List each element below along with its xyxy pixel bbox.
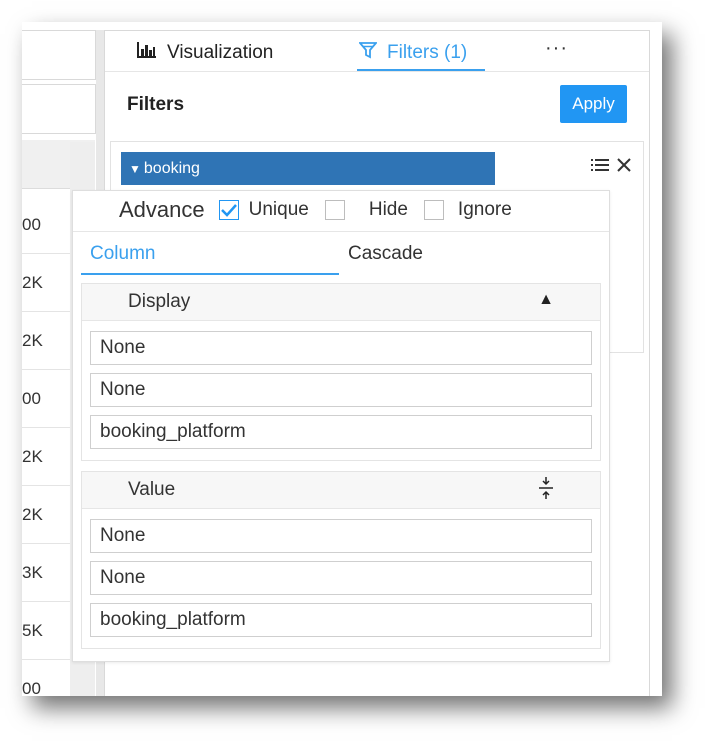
filter-name: booking [143, 159, 200, 177]
divide-icon[interactable] [538, 476, 554, 505]
left-grid-value: 2K [22, 428, 70, 486]
close-icon[interactable] [617, 156, 631, 177]
subtab-active-indicator [81, 273, 339, 275]
list-menu-icon[interactable] [591, 156, 609, 177]
display-field[interactable]: None [90, 331, 592, 365]
subtab-cascade[interactable]: Cascade [348, 243, 423, 265]
hide-label: Hide [368, 199, 408, 220]
left-grid-value: 5K [22, 602, 70, 660]
tab-visualization-label: Visualization [167, 42, 274, 63]
value-header[interactable]: Value [82, 472, 600, 509]
screenshot-frame: 00 2K 2K 00 2K 2K 3K 5K 00 Visualization [22, 22, 662, 696]
ignore-checkbox[interactable] [423, 200, 444, 220]
bar-chart-icon [137, 41, 157, 65]
popup-divider [73, 231, 609, 232]
caret-down-icon: ▼ [129, 161, 141, 176]
ignore-label: Ignore [457, 199, 512, 220]
tab-filters-label: Filters (1) [387, 42, 468, 63]
display-field[interactable]: booking_platform [90, 415, 592, 449]
display-header[interactable]: Display ▲ [82, 284, 600, 321]
more-menu-button[interactable]: ··· [545, 37, 568, 60]
display-label: Display [128, 291, 191, 312]
filter-bar-booking[interactable]: ▼ booking [121, 152, 495, 185]
tab-divider [105, 71, 649, 72]
triangle-up-icon[interactable]: ▲ [538, 291, 554, 309]
left-grid-cell [22, 30, 96, 80]
left-grid-value: 00 [22, 196, 70, 254]
hide-checkbox[interactable] [324, 200, 345, 220]
left-grid-value: 00 [22, 370, 70, 428]
filters-heading: Filters [127, 94, 185, 115]
unique-label: Unique [248, 199, 309, 220]
value-field[interactable]: None [90, 561, 592, 595]
value-field[interactable]: None [90, 519, 592, 553]
value-section: Value None None booking_platform [81, 471, 601, 649]
value-label: Value [128, 479, 176, 500]
funnel-icon [358, 41, 378, 65]
display-field[interactable]: None [90, 373, 592, 407]
left-grid-value: 3K [22, 544, 70, 602]
subtab-column[interactable]: Column [90, 243, 155, 265]
left-grid-value: 00 [22, 660, 70, 697]
display-section: Display ▲ None None booking_platform [81, 283, 601, 461]
filter-settings-popup: Advance Unique Hide Ignore Column Cascad… [72, 190, 610, 662]
tab-filters[interactable]: Filters (1) [358, 41, 468, 65]
left-grid-value: 2K [22, 486, 70, 544]
tab-visualization[interactable]: Visualization [137, 41, 273, 65]
advance-options: Advance Unique Hide Ignore [119, 197, 528, 223]
advance-label: Advance [119, 197, 205, 222]
left-grid-cell [22, 84, 96, 134]
unique-checkbox[interactable] [218, 200, 239, 220]
left-grid-value: 2K [22, 254, 70, 312]
left-grid-value: 2K [22, 312, 70, 370]
value-field[interactable]: booking_platform [90, 603, 592, 637]
apply-button[interactable]: Apply [560, 85, 627, 123]
